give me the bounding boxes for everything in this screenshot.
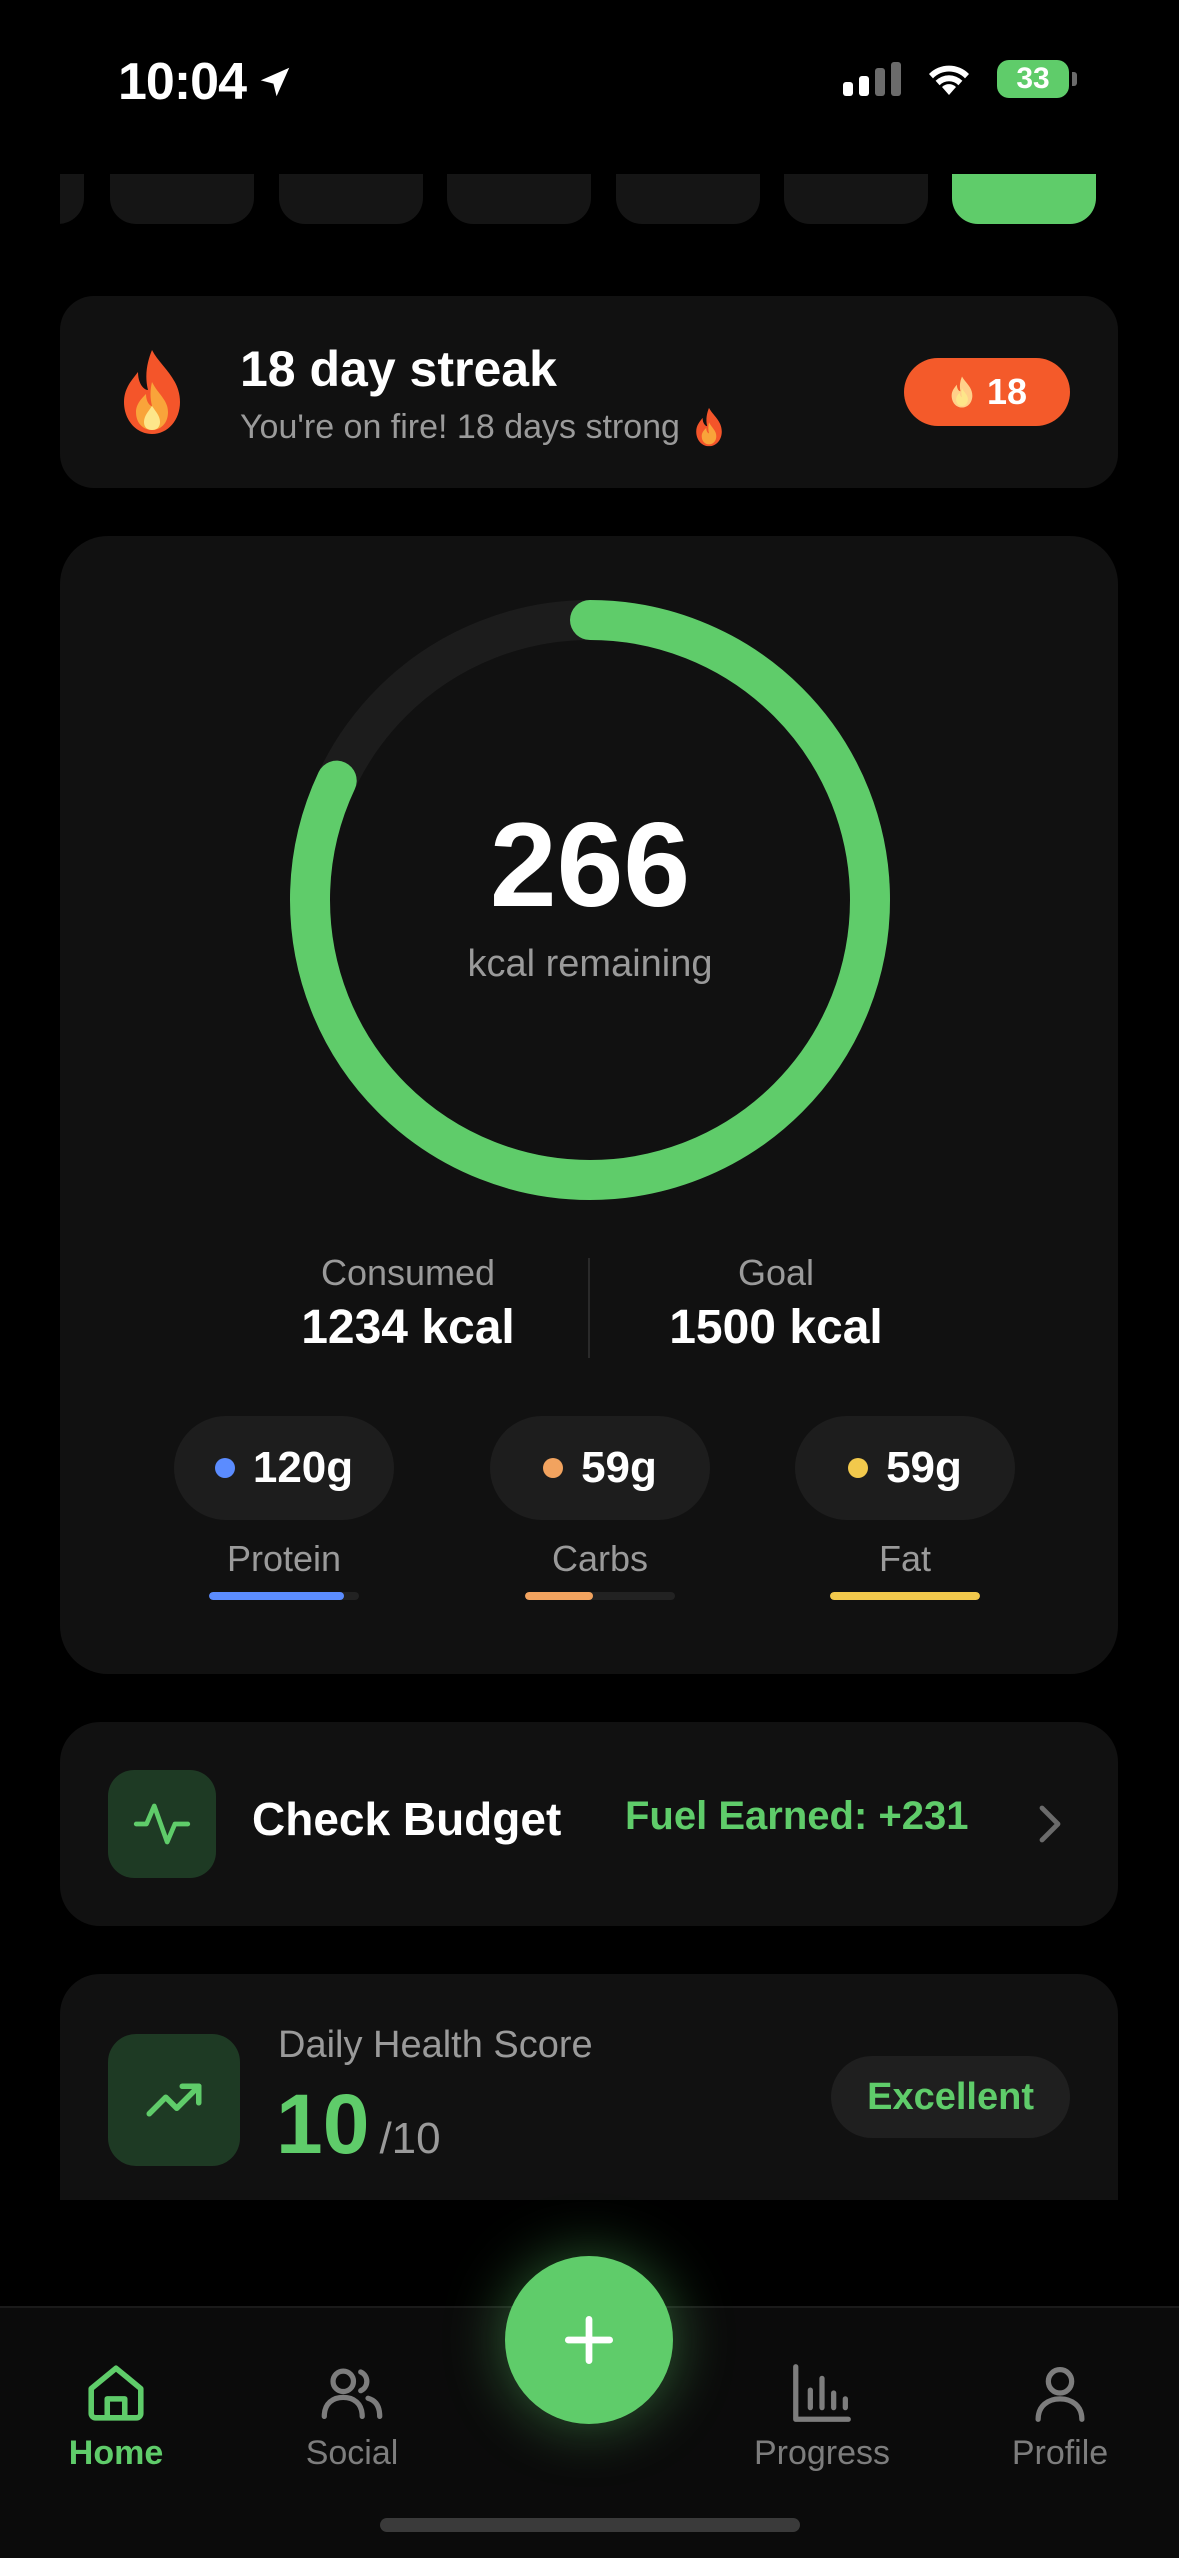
tab-social[interactable]: Social: [242, 2358, 462, 2473]
add-button[interactable]: [505, 2256, 673, 2424]
goal-label: Goal: [737, 1252, 815, 1293]
battery-level: 33: [1016, 62, 1050, 95]
fat-value: 59g: [886, 1443, 962, 1492]
tab-social-label: Social: [305, 2434, 399, 2472]
kcal-remaining-value: 266: [489, 797, 691, 932]
home-icon: [88, 2365, 144, 2421]
flame-icon: [124, 350, 180, 434]
consumed-stat: Consumed 1234 kcal: [238, 1252, 578, 1355]
pulse-icon: [108, 1770, 216, 1878]
check-budget-title: Check Budget: [252, 1793, 562, 1845]
goal-value: 1500 kcal: [669, 1301, 883, 1354]
calorie-ring-center: 266 kcal remaining: [290, 600, 890, 1200]
fat-label: Fat: [878, 1538, 931, 1579]
user-icon: [1035, 2367, 1085, 2422]
protein-dot: [214, 1458, 235, 1478]
macros: 120g Protein 59g Carbs 59g Fat: [60, 1416, 1118, 1646]
pulse-icon-svg: [133, 1803, 191, 1845]
health-score-card[interactable]: Daily Health Score 10 /10 Excellent: [60, 1974, 1118, 2200]
home-indicator[interactable]: [380, 2518, 800, 2532]
check-budget-card[interactable]: Check Budget Fuel Earned: +231: [60, 1722, 1118, 1926]
flame-icon: [696, 407, 722, 447]
streak-title: 18 day streak: [240, 341, 557, 397]
status-indicators: 33: [843, 60, 1077, 98]
date-chip[interactable]: [784, 174, 928, 224]
date-strip[interactable]: [60, 174, 1120, 224]
status-time: 10:04: [118, 52, 294, 112]
tab-profile[interactable]: Profile: [950, 2358, 1170, 2473]
streak-badge: 18: [904, 358, 1070, 426]
streak-subtitle-text: You're on fire! 18 days strong: [240, 407, 680, 446]
date-chip-selected[interactable]: [952, 174, 1096, 224]
health-score: 10 /10: [276, 2076, 441, 2173]
carbs-bar: [525, 1592, 675, 1600]
macro-carbs[interactable]: 59g Carbs: [490, 1416, 710, 1600]
health-score-label: Daily Health Score: [278, 2024, 593, 2066]
tab-progress-label: Progress: [753, 2434, 891, 2472]
location-arrow-icon: [260, 67, 290, 97]
carbs-dot: [543, 1458, 564, 1478]
bar-chart-icon: [793, 2364, 851, 2422]
macro-fat[interactable]: 59g Fat: [795, 1416, 1015, 1600]
protein-value: 120g: [252, 1443, 354, 1492]
trending-up-icon: [108, 2034, 240, 2166]
tab-home[interactable]: Home: [6, 2358, 226, 2473]
status-bar: 10:04 33: [0, 0, 1179, 170]
status-time-text: 10:04: [118, 53, 247, 111]
fat-bar: [830, 1592, 980, 1600]
battery-icon: 33: [997, 60, 1077, 98]
macro-pill: 59g: [795, 1416, 1015, 1520]
chevron-right-icon: [1039, 1805, 1061, 1843]
fat-bar-fill: [830, 1592, 980, 1600]
wifi-icon: [929, 65, 969, 95]
tab-profile-label: Profile: [1011, 2434, 1109, 2472]
streak-subtitle: You're on fire! 18 days strong: [240, 406, 728, 448]
macro-pill: 59g: [490, 1416, 710, 1520]
protein-bar: [209, 1592, 359, 1600]
calorie-stats: Consumed 1234 kcal Goal 1500 kcal: [60, 1252, 1118, 1362]
tab-progress[interactable]: Progress: [712, 2358, 932, 2473]
trending-up-icon-svg: [146, 2083, 202, 2117]
fat-dot: [848, 1458, 869, 1478]
date-chip[interactable]: [110, 174, 254, 224]
health-score-value: 10: [276, 2077, 370, 2171]
protein-bar-fill: [209, 1592, 344, 1600]
date-chip[interactable]: [616, 174, 760, 224]
goal-stat: Goal 1500 kcal: [606, 1252, 946, 1355]
flame-icon: [951, 376, 973, 408]
users-icon: [321, 2368, 383, 2419]
protein-label: Protein: [226, 1538, 342, 1579]
consumed-label: Consumed: [320, 1252, 496, 1293]
date-chip[interactable]: [447, 174, 591, 224]
tab-home-label: Home: [68, 2434, 164, 2472]
cellular-signal-icon: [843, 62, 901, 96]
plus-icon: [564, 2315, 614, 2365]
streak-card[interactable]: 18 day streak You're on fire! 18 days st…: [60, 296, 1118, 488]
carbs-label: Carbs: [551, 1538, 649, 1579]
date-chip[interactable]: [279, 174, 423, 224]
carbs-bar-fill: [525, 1592, 593, 1600]
fuel-earned: Fuel Earned: +231: [625, 1794, 969, 1838]
health-rating-badge: Excellent: [831, 2056, 1070, 2138]
calorie-card: 266 kcal remaining Consumed 1234 kcal Go…: [60, 536, 1118, 1674]
streak-badge-count: 18: [986, 371, 1028, 412]
macro-protein[interactable]: 120g Protein: [174, 1416, 394, 1600]
carbs-value: 59g: [581, 1443, 657, 1492]
consumed-value: 1234 kcal: [301, 1301, 515, 1354]
health-score-max: /10: [379, 2114, 441, 2163]
stats-divider: [588, 1258, 590, 1358]
kcal-remaining-label: kcal remaining: [467, 942, 713, 985]
date-chip[interactable]: [60, 174, 84, 224]
macro-pill: 120g: [174, 1416, 394, 1520]
